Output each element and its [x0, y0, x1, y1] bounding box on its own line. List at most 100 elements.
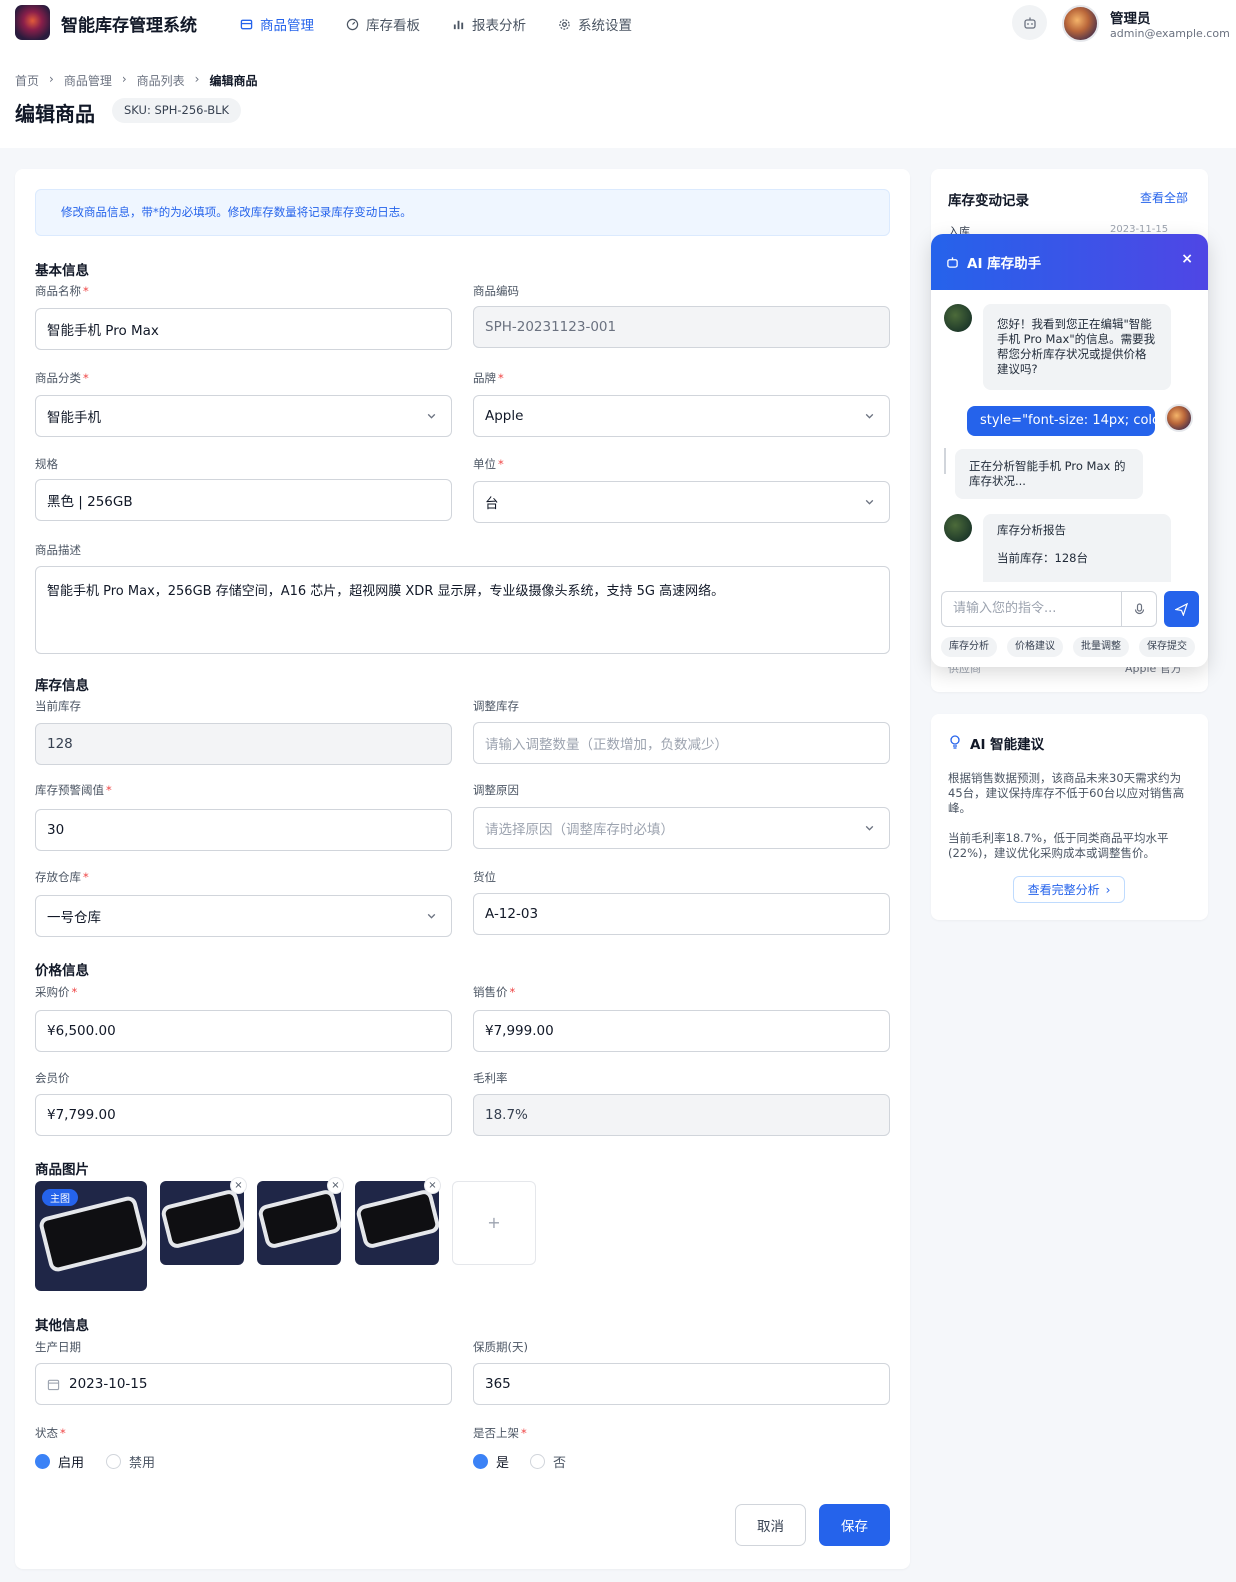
chip-save-submit[interactable]: 保存提交: [1139, 637, 1195, 657]
production-date-input[interactable]: 2023-10-15: [35, 1363, 452, 1405]
chevron-right-icon: ›: [1105, 882, 1111, 897]
view-full-analysis-label: 查看完整分析: [1027, 883, 1100, 897]
view-full-analysis-button[interactable]: 查看完整分析 ›: [1013, 876, 1125, 903]
status-disabled-radio[interactable]: 禁用: [106, 1452, 155, 1471]
phone-image: [160, 1188, 244, 1250]
adjust-stock-input[interactable]: 请输入调整数量（正数增加，负数减少）: [473, 722, 890, 764]
margin-input[interactable]: 18.7%: [473, 1094, 890, 1136]
margin-label: 毛利率: [473, 1071, 508, 1085]
user-avatar[interactable]: [1062, 5, 1099, 42]
send-button[interactable]: [1164, 591, 1199, 627]
category-select[interactable]: 智能手机: [35, 395, 452, 437]
product-image-3[interactable]: [257, 1181, 341, 1265]
remove-image-icon[interactable]: ×: [424, 1177, 441, 1194]
remove-image-icon[interactable]: ×: [230, 1177, 247, 1194]
page-title: 编辑商品: [15, 102, 95, 126]
purchase-price-input[interactable]: ¥6,500.00: [35, 1010, 452, 1052]
brand-select[interactable]: Apple: [473, 395, 890, 437]
nav-products[interactable]: 商品管理: [240, 14, 314, 34]
shelf-life-label: 保质期(天): [473, 1340, 528, 1354]
product-image-main[interactable]: 主图: [35, 1181, 147, 1291]
cancel-button[interactable]: 取消: [735, 1504, 806, 1546]
chip-price-advice[interactable]: 价格建议: [1007, 637, 1063, 657]
suggestion-margin-text: 当前毛利率18.7%，低于同类商品平均水平(22%)，建议优化采购成本或调整售价…: [948, 831, 1169, 860]
radio-unchecked-icon: [530, 1454, 545, 1469]
breadcrumb-list[interactable]: 商品列表: [137, 72, 185, 89]
purchase-price-label: 采购价 *: [35, 985, 78, 999]
main-image-badge: 主图: [42, 1189, 78, 1206]
stock-log-title: 库存变动记录: [948, 193, 1029, 209]
listed-no-radio[interactable]: 否: [530, 1452, 566, 1471]
chip-stock-analysis[interactable]: 库存分析: [941, 637, 997, 657]
ai-command-input[interactable]: 请输入您的指令...: [941, 591, 1123, 627]
app-title: 智能库存管理系统: [61, 16, 197, 36]
edit-form-card: [15, 169, 910, 1569]
warehouse-label: 存放仓库 *: [35, 870, 89, 884]
ai-assistant-panel: AI 库存助手 × 您好！我看到您正在编辑"智能手机 Pro Max"的信息。需…: [931, 234, 1208, 667]
view-all-link[interactable]: 查看全部: [1140, 189, 1188, 206]
remove-image-icon[interactable]: ×: [327, 1177, 344, 1194]
typing-indicator: [944, 448, 946, 474]
breadcrumb-separator: ›: [49, 72, 54, 86]
nav-reports[interactable]: 报表分析: [452, 14, 526, 34]
chip-batch-adjust[interactable]: 批量调整: [1073, 637, 1129, 657]
product-image-2[interactable]: [160, 1181, 244, 1265]
user-email: admin@example.com: [1110, 27, 1230, 40]
description-textarea[interactable]: 智能手机 Pro Max，256GB 存储空间，A16 芯片，超视网膜 XDR …: [35, 566, 890, 654]
product-code-input[interactable]: SPH-20231123-001: [473, 306, 890, 348]
close-icon[interactable]: ×: [1181, 251, 1193, 267]
spec-input[interactable]: 黑色 | 256GB: [35, 479, 452, 521]
product-image-4[interactable]: [355, 1181, 439, 1265]
category-label: 商品分类 *: [35, 371, 89, 385]
category-value: 智能手机: [47, 410, 101, 426]
brand-label: 品牌 *: [473, 371, 504, 385]
reason-label: 调整原因: [473, 783, 519, 797]
threshold-input[interactable]: 30: [35, 809, 452, 851]
robot-icon: [947, 256, 958, 268]
current-stock-label: 当前库存: [35, 699, 81, 713]
sale-price-input[interactable]: ¥7,999.00: [473, 1010, 890, 1052]
status-enabled-radio[interactable]: 启用: [35, 1452, 84, 1471]
nav-reports-label: 报表分析: [472, 18, 526, 34]
status-label: 状态 *: [35, 1426, 66, 1440]
production-date-value: 2023-10-15: [69, 1376, 148, 1392]
reason-placeholder: 请选择原因（调整库存时必填）: [485, 822, 674, 838]
user-avatar: [1165, 404, 1193, 432]
threshold-label: 库存预警阈值 *: [35, 783, 112, 797]
section-images: 商品图片: [35, 1162, 89, 1178]
nav-settings[interactable]: 系统设置: [558, 14, 632, 34]
section-price: 价格信息: [35, 963, 89, 979]
status-enabled-label: 启用: [58, 1456, 85, 1471]
sku-badge: SKU: SPH-256-BLK: [112, 98, 242, 123]
info-alert: 修改商品信息，带*的为必填项。修改库存数量将记录库存变动日志。: [35, 189, 890, 236]
ai-panel-header: AI 库存助手 ×: [931, 234, 1208, 290]
radio-checked-icon: [35, 1454, 50, 1469]
breadcrumb-separator: ›: [121, 72, 127, 86]
reason-select[interactable]: 请选择原因（调整库存时必填）: [473, 807, 890, 849]
bar-chart-icon: [453, 20, 464, 29]
location-input[interactable]: A-12-03: [473, 893, 890, 935]
gear-icon: [559, 18, 570, 30]
voice-input-button[interactable]: [1121, 591, 1157, 627]
current-stock-input[interactable]: 128: [35, 723, 452, 765]
nav-dashboard[interactable]: 库存看板: [346, 14, 420, 34]
breadcrumb-products[interactable]: 商品管理: [64, 72, 112, 89]
unit-select[interactable]: 台: [473, 481, 890, 523]
add-image-button[interactable]: +: [452, 1181, 536, 1265]
warehouse-select[interactable]: 一号仓库: [35, 895, 452, 937]
nav-dashboard-label: 库存看板: [366, 18, 420, 34]
ai-panel-title: AI 库存助手: [967, 256, 1042, 272]
name-label: 商品名称 *: [35, 284, 89, 298]
microphone-icon: [1134, 602, 1144, 614]
member-price-input[interactable]: ¥7,799.00: [35, 1094, 452, 1136]
listed-yes-radio[interactable]: 是: [473, 1452, 509, 1471]
breadcrumb: 首页 › 商品管理 › 商品列表 › 编辑商品: [15, 72, 258, 89]
adjust-stock-label: 调整库存: [473, 699, 519, 713]
save-button[interactable]: 保存: [819, 1504, 890, 1546]
breadcrumb-home[interactable]: 首页: [15, 72, 39, 89]
product-name-input[interactable]: 智能手机 Pro Max: [35, 308, 452, 350]
ai-assistant-button[interactable]: [1012, 5, 1047, 40]
chevron-down-icon: [865, 499, 874, 505]
shelf-life-input[interactable]: 365: [473, 1363, 890, 1405]
status-disabled-label: 禁用: [129, 1456, 156, 1471]
